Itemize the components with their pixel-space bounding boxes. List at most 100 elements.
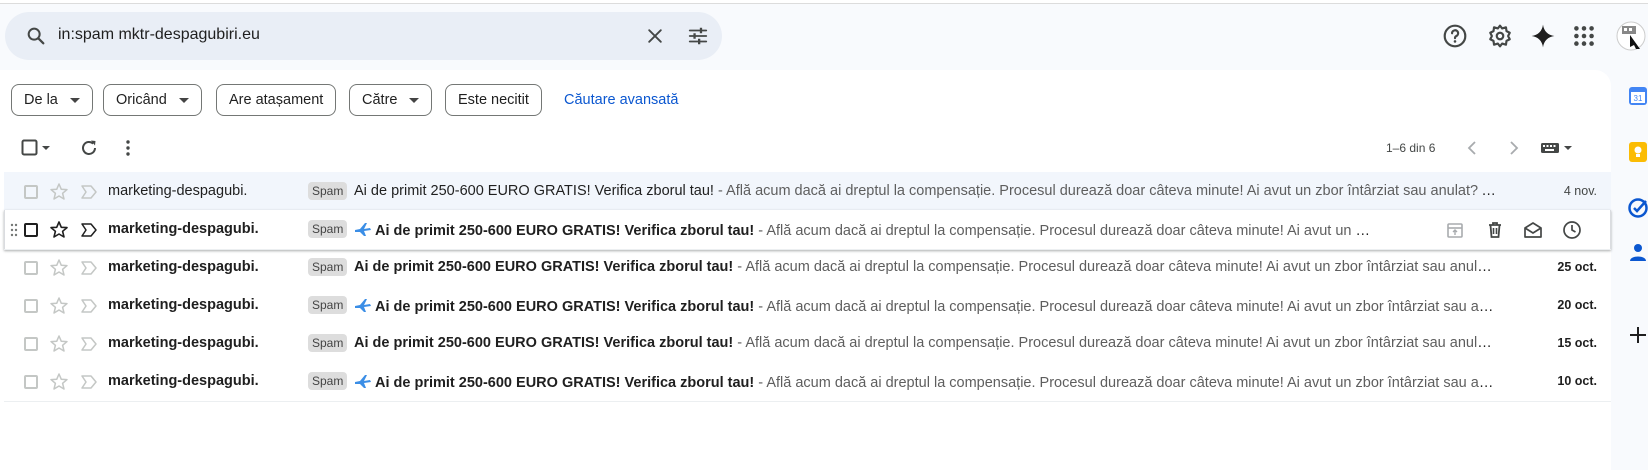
email-snippet: - Află acum dacă ai dreptul la compensaț… [758, 223, 1376, 239]
next-page-icon[interactable] [1503, 138, 1523, 158]
snooze-icon[interactable] [1562, 220, 1582, 240]
airplane-emoji-icon [355, 299, 371, 312]
drag-handle-icon[interactable] [10, 223, 18, 237]
settings-icon[interactable] [1487, 23, 1513, 49]
spam-label: Spam [308, 182, 348, 200]
chevron-down-icon [69, 97, 80, 103]
filter-anytime-chip[interactable]: Oricând [103, 84, 202, 116]
row-checkbox[interactable] [24, 375, 38, 389]
account-avatar[interactable] [1616, 21, 1646, 51]
add-icon[interactable] [1628, 324, 1648, 346]
email-content: Ai de primit 250-600 EURO GRATIS! Verifi… [354, 183, 1497, 199]
search-bar[interactable]: in:spam mktr-despagubiri.eu [5, 12, 722, 60]
contacts-icon[interactable] [1628, 241, 1648, 263]
star-icon[interactable] [49, 296, 69, 316]
mark-as-read-icon[interactable] [1523, 220, 1543, 240]
svg-text:31: 31 [1634, 94, 1643, 103]
chevron-down-icon [409, 97, 420, 103]
email-snippet: - Află acum dacă ai dreptul la compensaț… [733, 335, 1497, 351]
email-subject: Ai de primit 250-600 EURO GRATIS! Verifi… [375, 375, 755, 391]
advanced-search-link[interactable]: Căutare avansată [564, 92, 678, 108]
star-icon[interactable] [49, 334, 69, 354]
chip-label: Către [362, 92, 398, 108]
spam-label: Spam [308, 372, 348, 390]
email-date: 10 oct. [1557, 374, 1597, 388]
email-date: 20 oct. [1557, 298, 1597, 312]
row-checkbox[interactable] [24, 299, 38, 313]
more-options-icon[interactable] [118, 138, 138, 158]
filter-unread-chip[interactable]: Este necitit [445, 84, 542, 116]
importance-marker-icon[interactable] [80, 375, 98, 389]
select-dropdown-icon[interactable] [40, 138, 52, 158]
email-content: Ai de primit 250-600 EURO GRATIS! Verifi… [354, 335, 1497, 351]
email-content: Ai de primit 250-600 EURO GRATIS! Verifi… [354, 221, 1376, 239]
filter-from-chip[interactable]: De la [11, 84, 93, 116]
keep-icon[interactable] [1628, 141, 1648, 163]
spam-label: Spam [308, 296, 348, 314]
calendar-icon[interactable]: 31 [1628, 85, 1648, 107]
email-date: 15 oct. [1557, 336, 1597, 350]
clear-search-icon[interactable] [645, 26, 665, 46]
top-border [0, 0, 1648, 4]
spam-label: Spam [308, 220, 348, 238]
help-icon[interactable] [1442, 23, 1468, 49]
filter-has-attachment-chip[interactable]: Are atașament [216, 84, 337, 116]
importance-marker-icon[interactable] [80, 261, 98, 275]
email-content: Ai de primit 250-600 EURO GRATIS! Verifi… [354, 259, 1497, 275]
importance-marker-icon[interactable] [80, 223, 98, 237]
chip-label: Are atașament [229, 92, 324, 108]
email-sender: marketing-despagubi. [108, 221, 259, 237]
email-content: Ai de primit 250-600 EURO GRATIS! Verifi… [354, 373, 1497, 391]
email-row[interactable]: marketing-despagubi. Spam Ai de primit 2… [4, 324, 1611, 364]
chip-label: Oricând [116, 92, 167, 108]
row-checkbox[interactable] [24, 185, 38, 199]
gemini-icon[interactable] [1530, 23, 1556, 49]
email-row[interactable]: marketing-despagubi. Spam Ai de primit 2… [4, 286, 1611, 326]
email-subject: Ai de primit 250-600 EURO GRATIS! Verifi… [354, 183, 714, 199]
importance-marker-icon[interactable] [80, 299, 98, 313]
email-sender: marketing-despagubi. [108, 183, 248, 199]
pagination-count: 1–6 din 6 [1386, 141, 1436, 155]
spam-label: Spam [308, 258, 348, 276]
importance-marker-icon[interactable] [80, 337, 98, 351]
delete-icon[interactable] [1485, 220, 1505, 240]
row-checkbox[interactable] [24, 223, 38, 237]
email-row[interactable]: marketing-despagubi. Spam Ai de primit 2… [4, 172, 1611, 212]
email-subject: Ai de primit 250-600 EURO GRATIS! Verifi… [354, 259, 734, 275]
star-icon[interactable] [49, 372, 69, 392]
email-row[interactable]: marketing-despagubi. Spam Ai de primit 2… [4, 362, 1611, 402]
email-subject: Ai de primit 250-600 EURO GRATIS! Verifi… [375, 299, 755, 315]
star-icon[interactable] [49, 220, 69, 240]
chevron-down-icon [178, 97, 189, 103]
apps-icon[interactable] [1571, 23, 1597, 49]
filter-to-chip[interactable]: Către [349, 84, 433, 116]
email-row[interactable]: marketing-despagubi. Spam Ai de primit 2… [4, 210, 1611, 250]
email-date: 25 oct. [1557, 260, 1597, 274]
prev-page-icon[interactable] [1463, 138, 1483, 158]
airplane-emoji-icon [355, 375, 371, 388]
chip-label: Este necitit [458, 92, 529, 108]
row-checkbox[interactable] [24, 337, 38, 351]
side-panel [1610, 60, 1648, 470]
search-input[interactable]: in:spam mktr-despagubiri.eu [58, 26, 260, 44]
importance-marker-icon[interactable] [80, 185, 98, 199]
search-options-icon[interactable] [687, 25, 709, 47]
select-all-checkbox[interactable] [20, 138, 40, 158]
email-snippet: - Află acum dacă ai dreptul la compensaț… [717, 183, 1497, 199]
input-tools-icon[interactable] [1540, 138, 1574, 158]
email-sender: marketing-despagubi. [108, 259, 259, 275]
star-icon[interactable] [49, 258, 69, 278]
airplane-emoji-icon [355, 223, 371, 236]
email-subject: Ai de primit 250-600 EURO GRATIS! Verifi… [375, 223, 755, 239]
search-icon[interactable] [25, 25, 47, 47]
row-checkbox[interactable] [24, 261, 38, 275]
chip-label: De la [24, 92, 58, 108]
email-row[interactable]: marketing-despagubi. Spam Ai de primit 2… [4, 248, 1611, 288]
star-icon[interactable] [49, 182, 69, 202]
email-sender: marketing-despagubi. [108, 297, 259, 313]
email-subject: Ai de primit 250-600 EURO GRATIS! Verifi… [354, 335, 734, 351]
tasks-icon[interactable] [1628, 197, 1648, 219]
archive-icon[interactable] [1445, 220, 1465, 240]
row-hover-actions [1445, 218, 1599, 242]
refresh-icon[interactable] [79, 138, 99, 158]
